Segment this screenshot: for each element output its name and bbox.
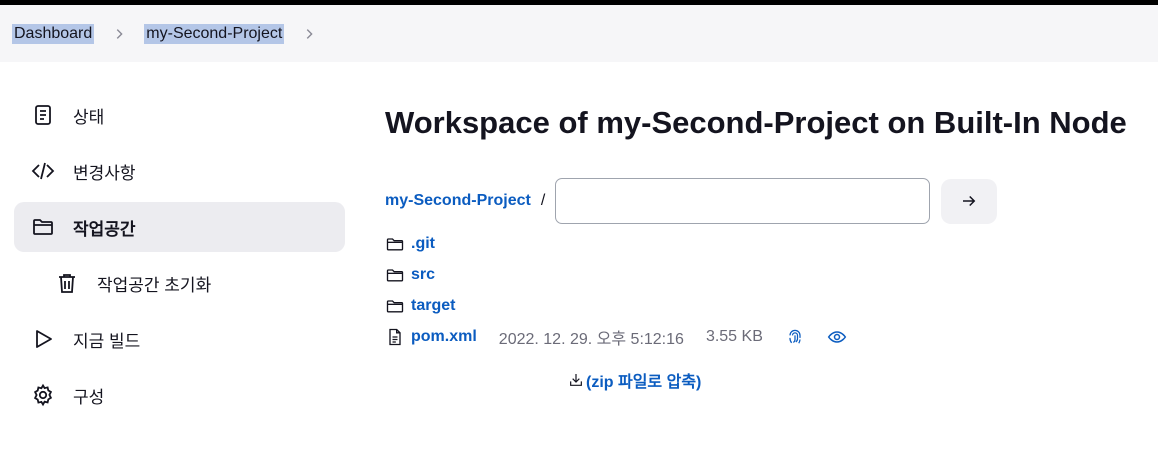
list-item: .git xyxy=(385,228,847,259)
fingerprint-icon[interactable] xyxy=(785,327,805,347)
download-icon xyxy=(570,374,582,386)
path-root-link[interactable]: my-Second-Project xyxy=(385,192,531,210)
code-icon xyxy=(30,158,56,184)
list-item: src xyxy=(385,259,847,290)
file-size: 3.55 KB xyxy=(705,327,763,345)
file-link[interactable]: .git xyxy=(411,235,435,253)
document-icon xyxy=(30,102,56,128)
main-content: Workspace of my-Second-Project on Built-… xyxy=(385,98,1158,391)
file-icon xyxy=(385,327,407,347)
breadcrumb-dashboard[interactable]: Dashboard xyxy=(12,23,95,44)
file-link[interactable]: src xyxy=(411,266,435,284)
path-separator: / xyxy=(540,192,546,209)
sidebar-item-label: 작업공간 초기화 xyxy=(97,275,212,295)
list-item: pom.xml 2022. 12. 29. 오후 5:12:16 3.55 KB xyxy=(385,321,847,352)
arrow-right-icon xyxy=(963,195,976,207)
sidebar-item-label: 지금 빌드 xyxy=(73,331,141,351)
sidebar-item-wipe-workspace[interactable]: 작업공간 초기화 xyxy=(14,258,345,308)
sidebar-item-changes[interactable]: 변경사항 xyxy=(14,146,345,196)
folder-icon xyxy=(385,234,407,254)
page-title: Workspace of my-Second-Project on Built-… xyxy=(385,105,1127,140)
path-navigation: my-Second-Project / xyxy=(385,178,998,224)
file-link[interactable]: target xyxy=(411,297,455,315)
sidebar-item-workspace[interactable]: 작업공간 xyxy=(14,202,345,252)
sidebar-item-configure[interactable]: 구성 xyxy=(14,370,345,420)
trash-icon xyxy=(54,270,80,296)
play-icon xyxy=(30,326,56,352)
sidebar-item-label: 상태 xyxy=(73,107,105,127)
eye-icon[interactable] xyxy=(827,327,847,347)
sidebar-item-label: 작업공간 xyxy=(73,219,136,239)
sidebar-item-label: 구성 xyxy=(73,387,105,407)
file-list: .git src target pom.xml 2022. 12. 29. 오후… xyxy=(385,228,847,352)
sidebar-item-build-now[interactable]: 지금 빌드 xyxy=(14,314,345,364)
gear-icon xyxy=(30,382,56,408)
zip-download-link[interactable]: (zip 파일로 압축) xyxy=(568,368,701,392)
path-input[interactable] xyxy=(555,178,931,224)
breadcrumb: Dashboard my-Second-Project xyxy=(0,5,1158,62)
file-date: 2022. 12. 29. 오후 5:12:16 xyxy=(498,330,684,348)
sidebar-item-status[interactable]: 상태 xyxy=(14,90,345,140)
file-link[interactable]: pom.xml xyxy=(411,328,477,346)
folder-icon xyxy=(385,296,407,316)
sidebar: 상태 변경사항 작업공간 작업공간 초기화 지금 빌드 구성 xyxy=(14,90,345,426)
chevron-right-icon[interactable] xyxy=(112,27,126,41)
sidebar-item-label: 변경사항 xyxy=(73,163,136,183)
zip-label[interactable]: (zip 파일로 압축) xyxy=(586,368,701,392)
breadcrumb-project[interactable]: my-Second-Project xyxy=(144,23,285,44)
folder-icon xyxy=(30,214,56,240)
list-item: target xyxy=(385,290,847,321)
go-button[interactable] xyxy=(941,178,998,224)
chevron-right-icon[interactable] xyxy=(302,27,316,41)
folder-icon xyxy=(385,265,407,285)
